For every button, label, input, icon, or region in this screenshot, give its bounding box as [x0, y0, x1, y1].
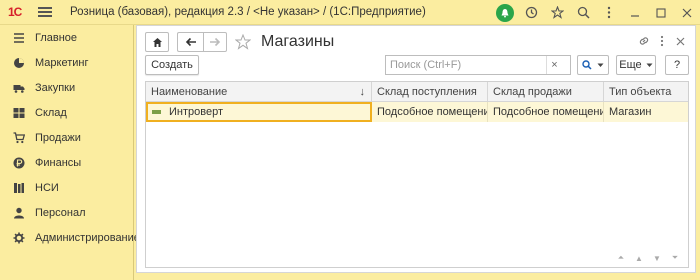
search-button[interactable] [577, 55, 609, 75]
arrow-left-icon [185, 37, 196, 47]
page-title: Магазины [261, 33, 335, 50]
person-icon [13, 207, 25, 219]
chevron-down-icon [646, 63, 653, 67]
home-icon [152, 37, 162, 47]
sidebar-item-label: НСИ [35, 181, 59, 194]
books-icon [13, 182, 25, 194]
main-panel: Магазины Создать × Еще ? Наимен [136, 25, 696, 273]
scroll-down-icon[interactable]: ▼ [648, 252, 666, 264]
sidebar-item-label: Продажи [35, 131, 81, 144]
forward-button[interactable] [203, 32, 227, 52]
cart-icon [13, 131, 25, 144]
sidebar-item-marketing[interactable]: Маркетинг [0, 50, 133, 75]
table-cell-sales-warehouse[interactable]: Подсобное помещение [488, 102, 604, 122]
close-icon[interactable] [674, 0, 700, 25]
panel-more-icon[interactable] [653, 32, 671, 50]
table-cell-name[interactable]: Интроверт [146, 102, 372, 122]
app-title: Розница (базовая), редакция 2.3 / <Не ук… [70, 6, 426, 18]
chevron-down-icon [597, 63, 604, 67]
search-clear-button[interactable]: × [546, 56, 562, 74]
table-row[interactable]: Интроверт Подсобное помещение Подсобное … [146, 102, 688, 122]
star-icon[interactable] [544, 0, 570, 25]
ruble-icon [13, 157, 25, 169]
warehouse-icon [13, 107, 25, 119]
column-header-object-type[interactable]: Тип объекта [604, 82, 688, 102]
title-bar: 1С Розница (базовая), редакция 2.3 / <Не… [0, 0, 700, 25]
sidebar-item-main[interactable]: Главное [0, 25, 133, 50]
gear-icon [13, 232, 25, 244]
home-button[interactable] [145, 32, 169, 52]
sidebar-item-label: Главное [35, 31, 78, 44]
truck-icon [13, 82, 25, 94]
search-icon[interactable] [570, 0, 596, 25]
item-icon [152, 110, 161, 114]
search-box: × [385, 55, 571, 75]
more-icon[interactable] [596, 0, 622, 25]
sidebar-item-sales[interactable]: Продажи [0, 125, 133, 150]
search-input[interactable] [386, 59, 546, 71]
favorite-star-icon[interactable] [234, 33, 252, 50]
sidebar-item-personnel[interactable]: Персонал [0, 200, 133, 225]
stores-table: Наименование ↓ Склад поступления Склад п… [145, 81, 689, 268]
column-header-receipt-warehouse[interactable]: Склад поступления [372, 82, 488, 102]
sidebar-item-purchases[interactable]: Закупки [0, 75, 133, 100]
table-scroll-controls: ⏶ ▲ ▼ ⏷ [612, 252, 684, 264]
panel-close-icon[interactable] [671, 32, 689, 50]
scroll-up-icon[interactable]: ▲ [630, 252, 648, 264]
more-button[interactable]: Еще [616, 55, 656, 75]
sidebar-item-warehouse[interactable]: Склад [0, 100, 133, 125]
help-button[interactable]: ? [665, 55, 689, 75]
table-cell-receipt-warehouse[interactable]: Подсобное помещение [372, 102, 488, 122]
scroll-last-icon[interactable]: ⏷ [666, 252, 684, 264]
link-icon[interactable] [635, 32, 653, 50]
main-menu-icon[interactable] [38, 5, 52, 19]
scroll-first-icon[interactable]: ⏶ [612, 252, 630, 264]
maximize-icon[interactable] [648, 0, 674, 25]
more-button-label: Еще [619, 59, 642, 71]
sidebar-item-label: Закупки [35, 81, 76, 94]
command-bar: Создать × Еще ? [145, 55, 689, 75]
minimize-icon[interactable] [622, 0, 648, 25]
create-button[interactable]: Создать [145, 55, 199, 75]
table-header: Наименование ↓ Склад поступления Склад п… [146, 82, 688, 102]
search-icon [582, 60, 592, 70]
bell-icon[interactable] [492, 0, 518, 25]
column-header-name[interactable]: Наименование ↓ [146, 82, 372, 102]
pie-chart-icon [13, 57, 25, 69]
table-cell-object-type[interactable]: Магазин [604, 102, 688, 122]
sort-down-icon: ↓ [359, 86, 366, 98]
sidebar-item-label: Склад [35, 106, 67, 119]
arrow-right-icon [210, 37, 221, 47]
sidebar-item-label: Персонал [35, 206, 86, 219]
history-icon[interactable] [518, 0, 544, 25]
sidebar-item-label: Финансы [35, 156, 82, 169]
sidebar-item-label: Маркетинг [35, 56, 89, 69]
back-button[interactable] [177, 32, 203, 52]
sidebar-item-nsi[interactable]: НСИ [0, 175, 133, 200]
column-header-sales-warehouse[interactable]: Склад продажи [488, 82, 604, 102]
sidebar-item-label: Администрирование [35, 231, 140, 244]
sidebar: Главное Маркетинг Закупки Склад Продажи … [0, 25, 140, 280]
menu-icon [13, 32, 25, 44]
sidebar-item-administration[interactable]: Администрирование [0, 225, 140, 250]
app-logo: 1С [8, 5, 22, 19]
sidebar-item-finance[interactable]: Финансы [0, 150, 133, 175]
navigation-toolbar: Магазины [145, 32, 334, 52]
